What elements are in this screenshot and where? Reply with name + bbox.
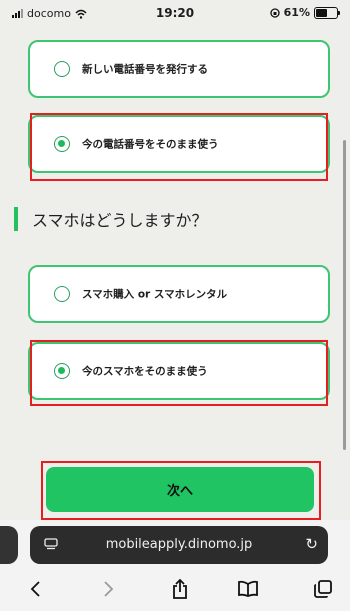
highlight-box bbox=[30, 113, 328, 181]
share-button[interactable] bbox=[165, 574, 195, 604]
option-buy-or-rent-phone[interactable]: スマホ購入 or スマホレンタル bbox=[28, 265, 330, 323]
back-button[interactable] bbox=[20, 574, 50, 604]
battery-level bbox=[316, 8, 327, 17]
bookmarks-book-icon bbox=[238, 580, 258, 597]
tabs-button[interactable] bbox=[308, 574, 338, 604]
page-scrollbar[interactable] bbox=[343, 140, 346, 450]
highlight-box bbox=[41, 461, 321, 520]
battery-icon bbox=[314, 6, 340, 19]
section-heading-text: スマホはどうしますか？ bbox=[32, 211, 208, 230]
tabs-icon bbox=[314, 580, 332, 598]
highlight-box bbox=[30, 340, 328, 406]
bookmarks-button[interactable] bbox=[233, 574, 263, 604]
option-new-phone-number[interactable]: 新しい電話番号を発行する bbox=[28, 40, 330, 98]
radio-buy-or-rent-phone[interactable] bbox=[54, 286, 70, 302]
previous-tab-edge[interactable] bbox=[0, 526, 18, 564]
address-bar[interactable]: mobileapply.dinomo.jp ↻ bbox=[30, 526, 328, 564]
option-label: スマホ購入 or スマホレンタル bbox=[82, 288, 228, 301]
share-icon bbox=[173, 578, 187, 599]
browser-nav bbox=[0, 572, 350, 606]
url-text: mobileapply.dinomo.jp bbox=[105, 537, 253, 552]
forward-button[interactable] bbox=[94, 574, 124, 604]
radio-new-phone-number[interactable] bbox=[54, 61, 70, 77]
orientation-lock-icon bbox=[270, 7, 280, 18]
section-heading: スマホはどうしますか？ bbox=[14, 206, 208, 232]
forward-arrow-icon bbox=[104, 581, 114, 597]
browser-toolbar: mobileapply.dinomo.jp ↻ bbox=[0, 520, 350, 611]
heading-accent-bar bbox=[14, 207, 18, 231]
reload-icon[interactable]: ↻ bbox=[305, 535, 318, 553]
status-bar: docomo 19:20 61% bbox=[0, 0, 350, 28]
back-arrow-icon bbox=[30, 581, 40, 597]
status-right: 61% bbox=[270, 6, 340, 19]
option-label: 新しい電話番号を発行する bbox=[82, 63, 208, 76]
battery-percent: 61% bbox=[283, 6, 310, 19]
